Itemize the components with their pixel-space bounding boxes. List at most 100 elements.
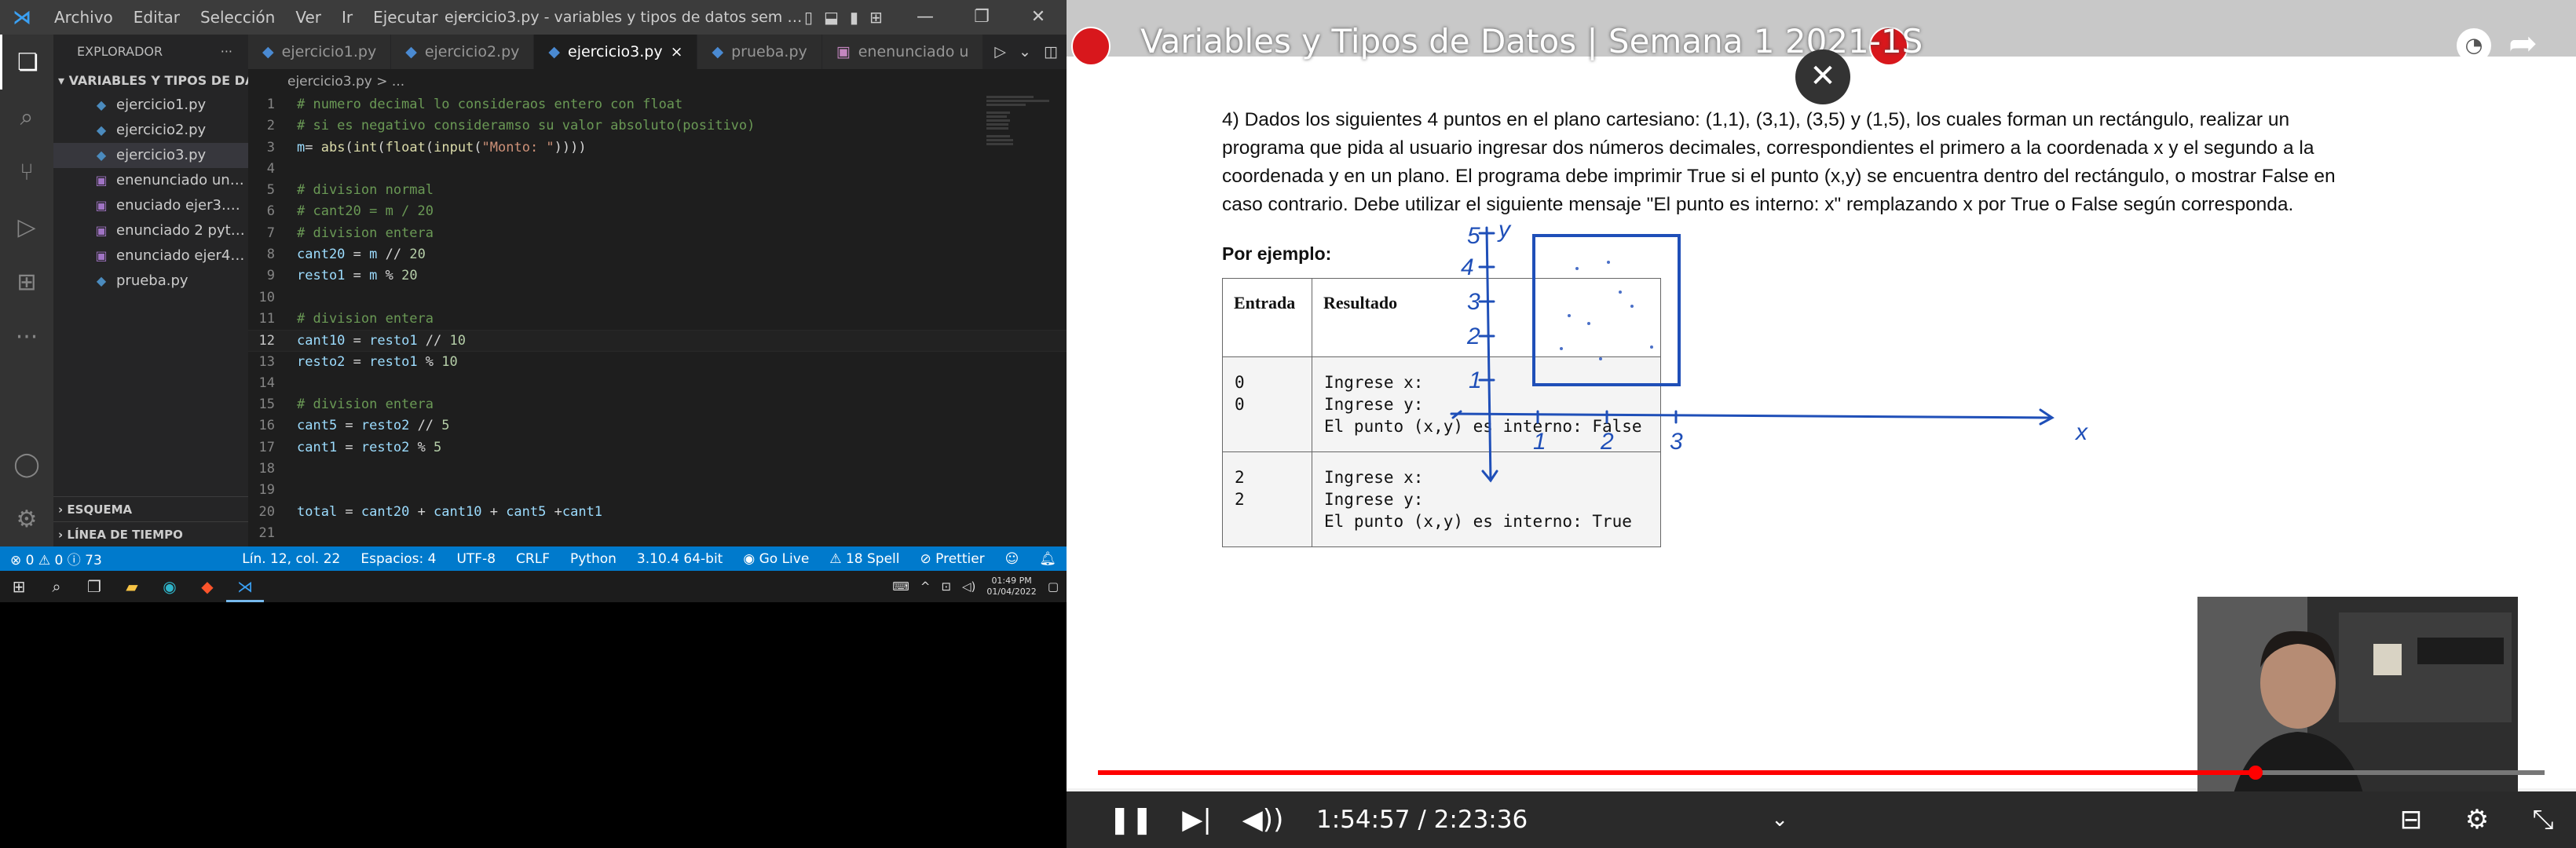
watch-later-clock-icon[interactable]: ◔ <box>2457 28 2491 63</box>
file-item[interactable]: ◆ prueba.py <box>53 269 248 294</box>
indentation[interactable]: Espacios: 4 <box>350 551 446 567</box>
volume-icon[interactable]: ◀)) <box>1230 804 1296 835</box>
code-line[interactable]: 17 cant1 = resto2 % 5 <box>248 437 1067 459</box>
minimap[interactable] <box>986 94 1062 173</box>
menu-ver[interactable]: Ver <box>285 8 331 27</box>
notifications-bell-icon[interactable]: 🔔︎ <box>1029 551 1067 567</box>
keyboard-icon[interactable]: ⌨ <box>892 579 909 594</box>
tab-ejercicio1-py[interactable]: ◆ ejercicio1.py <box>248 35 392 69</box>
outline-section[interactable]: › ESQUEMA <box>53 496 248 521</box>
menu-archivo[interactable]: Archivo <box>44 8 123 27</box>
network-icon[interactable]: ⊡ <box>941 579 951 594</box>
code-line[interactable]: 20 total = cant20 + cant10 + cant5 +cant1 <box>248 502 1067 523</box>
python-interpreter[interactable]: 3.10.4 64-bit <box>627 551 733 567</box>
run-icon[interactable]: ▷ <box>994 35 1006 69</box>
file-explorer-folder-icon[interactable]: ▰ <box>113 571 151 602</box>
pause-icon[interactable]: ❚❚ <box>1098 804 1164 835</box>
settings-gear-icon[interactable]: ⚙ <box>2444 804 2510 835</box>
split-editor-icon[interactable]: ◫ <box>1044 35 1058 69</box>
code-line[interactable]: 8 cant20 = m // 20 <box>248 244 1067 265</box>
chevron-down-icon[interactable]: ⌄ <box>1019 35 1031 69</box>
prettier-button[interactable]: ⊘ Prettier <box>909 551 994 567</box>
next-icon[interactable]: ▶| <box>1164 804 1230 835</box>
code-line[interactable]: 15 # division entera <box>248 394 1067 415</box>
subtitles-icon[interactable]: ⊟ <box>2378 804 2444 835</box>
tab-ejercicio2-py[interactable]: ◆ ejercicio2.py <box>391 35 535 69</box>
menu-ir[interactable]: Ir <box>331 8 363 27</box>
tab-prueba-py[interactable]: ◆ prueba.py <box>697 35 822 69</box>
close-icon[interactable]: ✕ <box>1010 0 1067 35</box>
settings-gear-icon[interactable]: ⚙ <box>0 492 53 546</box>
more-icon[interactable]: ··· <box>0 309 53 364</box>
exit-fullscreen-icon[interactable]: ⤡ <box>2510 804 2576 835</box>
go-live-button[interactable]: ◉ Go Live <box>733 551 819 567</box>
code-line[interactable]: 18 <box>248 459 1067 480</box>
start-windows-icon[interactable]: ⊞ <box>0 571 38 602</box>
code-line[interactable]: 5 # division normal <box>248 180 1067 201</box>
close-overlay-icon[interactable]: ✕ <box>1795 49 1850 104</box>
cursor-position[interactable]: Lín. 12, col. 22 <box>232 551 350 567</box>
code-editor[interactable]: 1 # numero decimal lo consideraos entero … <box>248 94 1067 546</box>
toggle-panel-icon[interactable]: ⬓ <box>824 8 839 27</box>
search-icon[interactable]: ⌕ <box>38 571 75 602</box>
file-item[interactable]: ▣ enenunciado uno e... <box>53 168 248 193</box>
code-line[interactable]: 14 <box>248 373 1067 394</box>
problems-indicator[interactable]: ⊗ 0 ⚠ 0 ⓘ 73 <box>0 549 112 568</box>
code-line[interactable]: 6 # cant20 = m / 20 <box>248 201 1067 222</box>
tab-enenunciado-u[interactable]: ▣ enenunciado u <box>821 35 984 69</box>
source-control-icon[interactable]: ⑂ <box>0 144 53 199</box>
language-mode[interactable]: Python <box>560 551 627 567</box>
chevron-up-icon[interactable]: ^ <box>920 579 931 594</box>
code-line[interactable]: 21 <box>248 523 1067 544</box>
code-line[interactable]: 7 # division entera <box>248 223 1067 244</box>
toggle-secondary-sidebar-icon[interactable]: ▮ <box>850 8 858 27</box>
breadcrumb[interactable]: ejercicio3.py > ... <box>248 69 1067 94</box>
code-line[interactable]: 19 <box>248 480 1067 501</box>
encoding[interactable]: UTF-8 <box>446 551 506 567</box>
run-debug-icon[interactable]: ▷ <box>0 199 53 254</box>
task-view-icon[interactable]: ❐ <box>75 571 113 602</box>
vscode-taskbar-icon[interactable]: ⋊ <box>226 571 264 602</box>
code-line[interactable]: 9 resto1 = m % 20 <box>248 265 1067 287</box>
spell-checker[interactable]: ⚠ 18 Spell <box>819 551 909 567</box>
tab-close-icon[interactable]: × <box>671 35 683 69</box>
code-line[interactable]: 3 m= abs(int(float(input("Monto: ")))) <box>248 137 1067 159</box>
code-line[interactable]: 1 # numero decimal lo consideraos entero … <box>248 94 1067 115</box>
search-icon[interactable]: ⌕ <box>0 90 53 144</box>
file-item[interactable]: ▣ enunciado ejer4.p... <box>53 243 248 269</box>
folder-section[interactable]: ▾ VARIABLES Y TIPOS DE DA... <box>53 69 248 93</box>
edge-browser-icon[interactable]: ◉ <box>151 571 188 602</box>
code-line[interactable]: 16 cant5 = resto2 // 5 <box>248 415 1067 437</box>
file-item[interactable]: ◆ ejercicio3.py <box>53 143 248 168</box>
video-progress-bar[interactable] <box>1098 766 2545 780</box>
menu-editar[interactable]: Editar <box>123 8 190 27</box>
share-arrow-icon[interactable]: ➦ <box>2508 24 2538 64</box>
code-line[interactable]: 12 cant10 = resto1 // 10 <box>248 330 1067 352</box>
tab-ejercicio3-py[interactable]: ◆ ejercicio3.py × <box>534 35 698 69</box>
timeline-section[interactable]: › LÍNEA DE TIEMPO <box>53 521 248 546</box>
minimize-icon[interactable]: — <box>897 0 953 35</box>
file-item[interactable]: ▣ enunciado 2 pyth... <box>53 218 248 243</box>
file-item[interactable]: ◆ ejercicio1.py <box>53 93 248 118</box>
explorer-icon[interactable]: ❏ <box>0 35 53 90</box>
file-item[interactable]: ▣ enuciado ejer3.png <box>53 193 248 218</box>
explorer-more-button[interactable]: ··· <box>221 35 232 69</box>
video-player[interactable]: 4) Dados los siguientes 4 puntos en el p… <box>1067 0 2576 848</box>
toggle-sidebar-icon[interactable]: ▯ <box>804 8 813 27</box>
code-line[interactable]: 13 resto2 = resto1 % 10 <box>248 352 1067 373</box>
code-line[interactable]: 11 # division entera <box>248 309 1067 330</box>
extensions-icon[interactable]: ⊞ <box>0 254 53 309</box>
account-icon[interactable]: ◯ <box>0 437 53 492</box>
notification-center-icon[interactable]: ▢ <box>1048 579 1059 594</box>
volume-icon[interactable]: ◁) <box>962 579 975 594</box>
code-line[interactable]: 4 <box>248 159 1067 180</box>
end-of-line[interactable]: CRLF <box>506 551 560 567</box>
menu-seleccion[interactable]: Selección <box>190 8 285 27</box>
customize-layout-icon[interactable]: ⊞ <box>869 8 883 27</box>
chevron-down-icon[interactable]: ⌄ <box>1771 808 1788 832</box>
feedback-icon[interactable]: ☺ <box>995 551 1030 567</box>
menu-ejecutar[interactable]: Ejecutar <box>363 8 448 27</box>
clock[interactable]: 01:49 PM 01/04/2022 <box>986 576 1036 598</box>
code-line[interactable]: 10 <box>248 287 1067 309</box>
video-progress-knob[interactable] <box>2248 766 2263 780</box>
